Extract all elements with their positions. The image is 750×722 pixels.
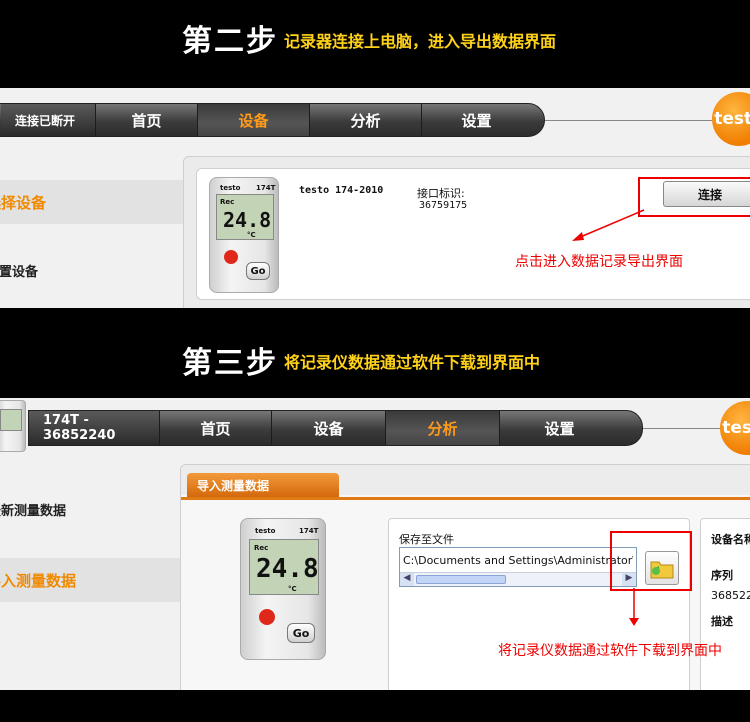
device-reading: 24.8 bbox=[256, 554, 319, 584]
device-model: testo 174-2010 bbox=[299, 185, 384, 196]
device-brand: testo bbox=[220, 184, 241, 192]
tab-home[interactable]: 首页 bbox=[95, 104, 197, 136]
serial-value: 368522 bbox=[711, 589, 750, 602]
device-screen: Rec 24.8 °C bbox=[249, 539, 319, 595]
step2-header: 第二步 记录器连接上电脑，进入导出数据界面 bbox=[0, 0, 750, 88]
connect-highlight bbox=[638, 177, 750, 217]
tab-settings[interactable]: 设置 bbox=[421, 104, 531, 136]
menu-select-device[interactable]: 选择设备 bbox=[0, 180, 183, 224]
device-go-button: Go bbox=[246, 262, 270, 280]
scroll-thumb[interactable] bbox=[416, 575, 506, 584]
device-type: 174T bbox=[299, 527, 319, 535]
menu-select-device-label: 选择设备 bbox=[0, 193, 47, 212]
bottom-band bbox=[0, 690, 750, 722]
save-to-file-label: 保存至文件 bbox=[399, 533, 454, 546]
device-label: 174T - 36852240 bbox=[29, 411, 159, 445]
device-red-dot bbox=[224, 250, 238, 264]
device-brand: testo bbox=[255, 527, 276, 535]
step3-annotation-text: 将记录仪数据通过软件下载到界面中 bbox=[498, 643, 722, 659]
device-image: testo 174T Rec 24.8 °C Go bbox=[240, 518, 326, 660]
device-unit: °C bbox=[288, 585, 297, 593]
menu-import-data-label: 导入测量数据 bbox=[0, 571, 77, 590]
tab-device[interactable]: 设备 bbox=[197, 104, 309, 136]
device-screen: Rec 24.8 °C bbox=[216, 194, 274, 240]
mini-device-icon bbox=[0, 400, 26, 452]
device-image: testo 174T Rec 24.8 °C Go bbox=[209, 177, 279, 293]
device-info-box: 设备名称 序列 368522 描述 bbox=[700, 518, 750, 690]
tab-device[interactable]: 设备 bbox=[271, 411, 385, 445]
horizontal-scrollbar[interactable]: ◀ ▶ bbox=[400, 572, 636, 586]
file-path-value: C:\Documents and Settings\Administrator\… bbox=[403, 554, 633, 567]
tab-settings[interactable]: 设置 bbox=[499, 411, 619, 445]
device-name-header: 设备名称 bbox=[711, 533, 750, 546]
device-red-dot bbox=[259, 609, 275, 625]
description-label: 描述 bbox=[711, 615, 733, 628]
device-unit: °C bbox=[247, 231, 256, 239]
menu-latest-data-label: 最新测量数据 bbox=[0, 503, 67, 519]
step3-header: 第三步 将记录仪数据通过软件下载到界面中 bbox=[0, 308, 750, 398]
device-type: 174T bbox=[256, 184, 276, 192]
tab-analysis[interactable]: 分析 bbox=[309, 104, 421, 136]
file-path-input[interactable]: C:\Documents and Settings\Administrator\… bbox=[399, 547, 637, 587]
menu-configure-device[interactable]: 配置设备 bbox=[0, 252, 183, 288]
step2-annotation-text: 点击进入数据记录导出界面 bbox=[515, 254, 683, 270]
device-rec: Rec bbox=[220, 198, 235, 206]
tab-underline bbox=[181, 497, 750, 500]
menu-import-data[interactable]: 导入测量数据 bbox=[0, 558, 183, 602]
main-nav: 174T - 36852240 首页 设备 分析 设置 bbox=[28, 410, 643, 446]
step2-title: 第二步 bbox=[182, 24, 278, 59]
nav-divider-line bbox=[545, 120, 715, 121]
step2-screenshot: 连接已断开 首页 设备 分析 设置 testo 选择设备 配置设备 testo … bbox=[0, 88, 750, 308]
testo-logo: testo bbox=[720, 401, 750, 455]
testo-logo: testo bbox=[712, 92, 750, 146]
nav-divider-line bbox=[643, 428, 723, 429]
serial-label: 序列 bbox=[711, 569, 733, 582]
scroll-left-icon[interactable]: ◀ bbox=[400, 573, 414, 586]
step2-description: 记录器连接上电脑，进入导出数据界面 bbox=[284, 32, 557, 51]
tab-analysis[interactable]: 分析 bbox=[385, 411, 499, 445]
menu-configure-device-label: 配置设备 bbox=[0, 264, 39, 280]
tab-import-data[interactable]: 导入测量数据 bbox=[187, 473, 339, 497]
interface-id: 36759175 bbox=[419, 200, 468, 211]
step3-screenshot: 174T - 36852240 首页 设备 分析 设置 testo 最新测量数据… bbox=[0, 398, 750, 690]
browse-highlight bbox=[610, 531, 692, 591]
device-go-button: Go bbox=[287, 623, 315, 643]
step3-description: 将记录仪数据通过软件下载到界面中 bbox=[284, 353, 541, 372]
annotation-arrow bbox=[572, 209, 645, 241]
device-rec: Rec bbox=[254, 544, 269, 552]
interface-label: 接口标识: bbox=[417, 187, 465, 200]
tab-home[interactable]: 首页 bbox=[159, 411, 271, 445]
menu-latest-data[interactable]: 最新测量数据 bbox=[0, 494, 183, 524]
annotation-arrow bbox=[629, 588, 639, 626]
main-nav: 连接已断开 首页 设备 分析 设置 bbox=[0, 103, 545, 137]
device-reading: 24.8 bbox=[223, 208, 272, 232]
connection-status: 连接已断开 bbox=[1, 104, 95, 136]
step3-title: 第三步 bbox=[182, 346, 278, 381]
